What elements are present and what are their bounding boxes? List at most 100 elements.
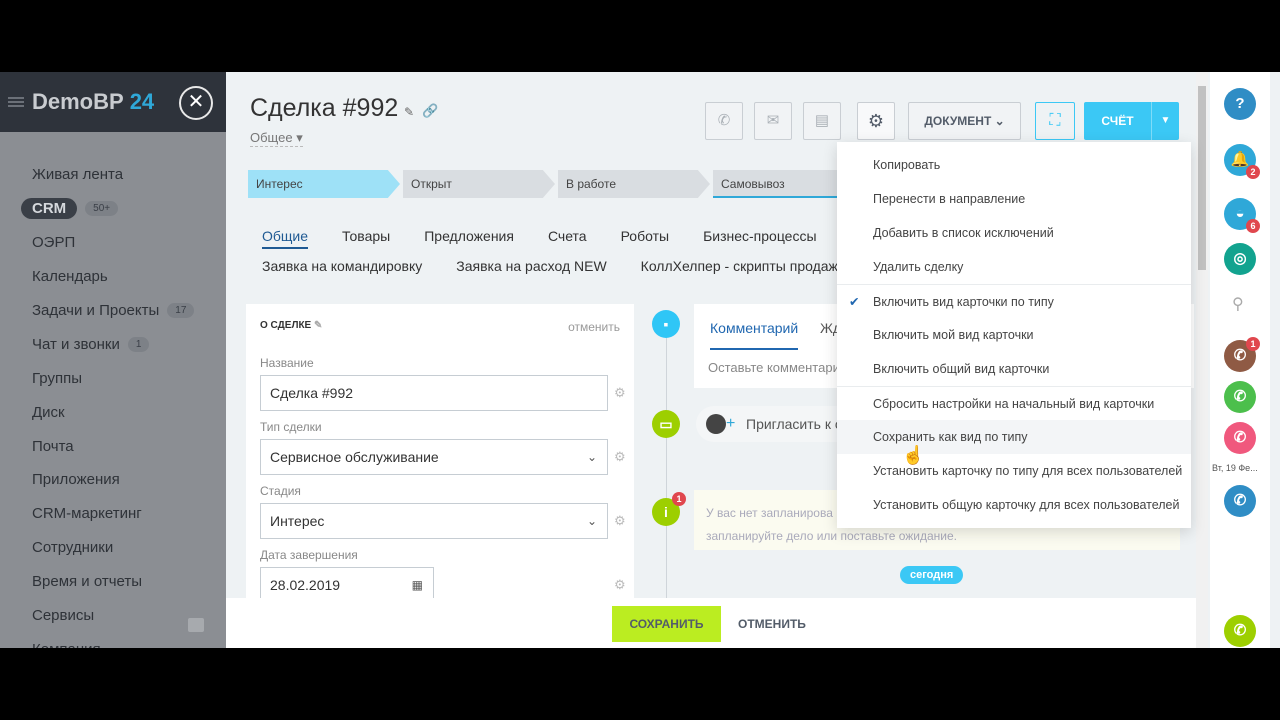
gear-icon[interactable]: ⚙ [614,449,626,465]
comment-icon: ▪ [652,310,680,338]
search-icon[interactable]: ⚲ [1232,294,1244,314]
bot-icon[interactable]: ◒ 6 [1224,198,1260,233]
call-badge: 1 [1246,337,1260,351]
tab-invoices[interactable]: Счета [548,228,587,249]
avatar [706,414,726,434]
save-button[interactable]: СОХРАНИТЬ [612,606,721,642]
phone-icon[interactable]: ✆ [1224,422,1256,454]
hand-cursor-icon: ☝ [902,445,925,465]
calendar-icon[interactable]: ▦ [412,568,423,602]
sidebar-item[interactable]: Живая лента [0,158,226,192]
chevron-down-icon: ⌄ [586,514,597,528]
category-selector[interactable]: Общее ▾ [250,130,303,147]
chat-button[interactable]: ▤ [803,102,841,140]
tab-business-processes[interactable]: Бизнес-процессы [703,228,816,249]
plus-icon: + [726,415,736,432]
dropdown-item[interactable]: Сбросить настройки на начальный вид карт… [837,386,1191,420]
notifications-badge: 2 [1246,165,1260,179]
deal-type-value: Сервисное обслуживание [270,449,439,465]
gear-icon[interactable]: ⚙ [614,577,626,593]
document-button[interactable]: ДОКУМЕНТ ⌄ [908,102,1021,140]
dropdown-item-label: Включить вид карточки по типу [873,295,1054,309]
dropdown-item-label: Копировать [873,158,941,172]
dropdown-item[interactable]: ✔ Включить вид карточки по типу [837,284,1191,318]
dropdown-item[interactable]: Установить общую карточку для всех польз… [837,488,1191,522]
field-label: Тип сделки [260,420,322,434]
help-icon[interactable]: ? [1224,88,1256,120]
gear-icon[interactable]: ⚙ [614,513,626,529]
sidebar-item[interactable]: CRM 50+ [0,192,226,226]
dropdown-item[interactable]: Сохранить как вид по типу [837,420,1191,454]
link-icon[interactable]: 🔗 [422,103,438,119]
name-field[interactable]: Сделка #992 [260,375,608,411]
menu-icon[interactable] [8,97,24,107]
tab-comment[interactable]: Комментарий [710,320,799,350]
footer: СОХРАНИТЬ ОТМЕНИТЬ [226,598,1196,648]
sidebar-item[interactable]: Задачи и Проекты 17 [0,294,226,328]
printer-icon[interactable] [188,618,204,632]
sidebar-item-count: 50+ [85,201,119,217]
dropdown-item[interactable]: Добавить в список исключений [837,216,1191,250]
sidebar-item[interactable]: Компания [0,632,226,648]
logo-number: 24 [129,89,155,114]
mail-button[interactable]: ✉ [754,102,792,140]
sidebar-item[interactable]: Сотрудники [0,531,226,565]
expand-button[interactable]: ⛶ [1035,102,1075,140]
scrollbar[interactable] [1196,72,1208,648]
sidebar-item[interactable]: Группы [0,361,226,395]
sidebar-item-label: Задачи и Проекты [32,302,160,319]
invoice-dropdown-icon[interactable]: ▼ [1151,102,1179,140]
tab-general[interactable]: Общие [262,228,309,249]
comment-input[interactable]: Оставьте комментарий [708,360,847,375]
dropdown-item-label: Сохранить как вид по типу [873,430,1028,444]
dropdown-item[interactable]: Удалить сделку [837,250,1191,284]
tab-trip-request[interactable]: Заявка на командировку [262,258,422,274]
phone-button[interactable]: ✆ [705,102,743,140]
sidebar-item[interactable]: Чат и звонки 1 [0,327,226,361]
dropdown-item[interactable]: Включить мой вид карточки [837,318,1191,352]
sidebar-item[interactable]: Диск [0,395,226,429]
tab-robots[interactable]: Роботы [621,228,669,249]
sidebar-header: DemoBP 24 ✕ [0,72,226,132]
scrollbar-thumb[interactable] [1198,86,1206,270]
sidebar-item[interactable]: Почта [0,429,226,463]
dropdown-item[interactable]: Установить карточку по типу для всех пол… [837,454,1191,488]
phone-icon[interactable]: ✆ 1 [1224,337,1260,372]
cancel-button[interactable]: ОТМЕНИТЬ [738,606,806,642]
tab-quotes[interactable]: Предложения [424,228,514,249]
dropdown-item[interactable]: Включить общий вид карточки [837,352,1191,386]
invoice-button[interactable]: СЧЁТ ▼ [1084,102,1179,140]
field-label: Дата завершения [260,548,358,562]
category-label: Общее [250,130,293,145]
sidebar-item[interactable]: Время и отчеты [0,565,226,599]
sidebar-item[interactable]: ОЭРП [0,226,226,260]
bell-icon[interactable]: 🔔 2 [1224,144,1260,179]
gear-icon[interactable]: ⚙ [614,385,626,401]
sidebar-item[interactable]: CRM-маркетинг [0,497,226,531]
open-lines-icon[interactable]: ◎ [1224,243,1256,275]
close-icon[interactable]: ✕ [179,86,213,120]
sidebar-item[interactable]: Приложения [0,463,226,497]
sidebar-item[interactable]: Календарь [0,260,226,294]
phone-icon[interactable]: ✆ [1224,381,1256,413]
stage-interest[interactable]: Интерес [248,170,400,198]
deal-type-select[interactable]: Сервисное обслуживание ⌄ [260,439,608,475]
phone-icon[interactable]: ✆ [1224,485,1256,517]
call-icon[interactable]: ✆ [1224,615,1256,647]
logo[interactable]: DemoBP 24 [32,89,154,115]
dropdown-item[interactable]: Копировать [837,148,1191,182]
stage-open[interactable]: Открыт [403,170,555,198]
edit-icon[interactable]: ✎ [314,320,322,331]
page-title: Сделка #992 [250,94,399,122]
stage-in-work[interactable]: В работе [558,170,710,198]
settings-button[interactable]: ⚙ [857,102,895,140]
tab-products[interactable]: Товары [342,228,390,249]
card-cancel-link[interactable]: отменить [568,320,620,334]
sidebar-item-label: Почта [32,437,74,455]
stage-select[interactable]: Интерес ⌄ [260,503,608,539]
sidebar-item-label: Диск [32,403,65,421]
tab-expense-request[interactable]: Заявка на расход NEW [456,258,606,274]
dropdown-item[interactable]: Перенести в направление [837,182,1191,216]
edit-icon[interactable]: ✎ [404,105,414,119]
tab-callhelper[interactable]: КоллХелпер - скрипты продаж [641,258,838,274]
